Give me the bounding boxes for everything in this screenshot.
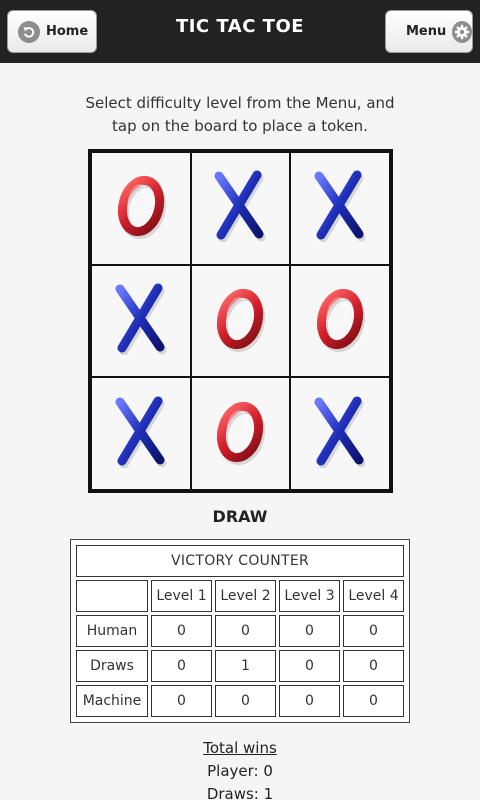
counter-cell: 0: [151, 684, 212, 717]
victory-counter-table: VICTORY COUNTER Level 1 Level 2 Level 3 Lev…: [73, 542, 407, 720]
x-token-icon: [111, 283, 171, 359]
instructions: Select difficulty level from the Menu, a…: [0, 92, 480, 138]
level-header-4: Level 4: [343, 579, 404, 612]
level-header-3: Level 3: [279, 579, 340, 612]
counter-cell: 0: [279, 649, 340, 682]
counter-row-label: Machine: [76, 684, 148, 717]
counter-row-label: Draws: [76, 649, 148, 682]
counter-cell: 0: [343, 614, 404, 647]
level-header-1: Level 1: [151, 579, 212, 612]
counter-cell: 0: [215, 614, 276, 647]
total-wins: Total wins Player: 0 Draws: 1: [0, 737, 480, 800]
board-cell-5[interactable]: [191, 265, 290, 377]
board-cell-6[interactable]: [291, 265, 389, 377]
board-cell-8[interactable]: [191, 378, 290, 489]
x-token-icon: [310, 396, 370, 472]
app-header: Home TIC TAC TOE Menu: [0, 0, 480, 63]
victory-counter: VICTORY COUNTER Level 1 Level 2 Level 3 Lev…: [70, 539, 410, 723]
game-result: DRAW: [212, 507, 268, 526]
o-token-icon: [210, 396, 270, 472]
o-token-icon: [210, 283, 270, 359]
gear-icon: [452, 20, 472, 43]
counter-cell: 0: [151, 614, 212, 647]
counter-cell: 0: [279, 614, 340, 647]
total-wins-draws: Draws: 1: [206, 785, 274, 800]
counter-cell: 1: [215, 649, 276, 682]
x-token-icon: [310, 170, 370, 246]
o-token-icon: [111, 170, 171, 246]
board-cell-3[interactable]: [291, 153, 389, 264]
counter-cell: 0: [279, 684, 340, 717]
x-token-icon: [111, 396, 171, 472]
counter-row-draws: Draws 0 1 0 0: [76, 649, 404, 682]
counter-cell: 0: [215, 684, 276, 717]
counter-row-label: Human: [76, 614, 148, 647]
counter-cell: 0: [343, 684, 404, 717]
total-wins-heading: Total wins: [203, 739, 277, 757]
counter-cell: 0: [151, 649, 212, 682]
instructions-line-2: tap on the board to place a token.: [112, 117, 368, 135]
empty-header-cell: [76, 579, 148, 612]
o-token-icon: [310, 283, 370, 359]
board-cell-1[interactable]: [92, 153, 190, 264]
game-board: [88, 149, 393, 493]
board-cell-7[interactable]: [92, 378, 190, 489]
instructions-line-1: Select difficulty level from the Menu, a…: [85, 94, 395, 112]
total-wins-player: Player: 0: [207, 762, 273, 780]
counter-cell: 0: [343, 649, 404, 682]
board-cell-2[interactable]: [191, 153, 290, 264]
board-cell-4[interactable]: [92, 265, 190, 377]
x-token-icon: [210, 170, 270, 246]
menu-button-label: Menu: [406, 24, 447, 39]
counter-row-human: Human 0 0 0 0: [76, 614, 404, 647]
level-header-2: Level 2: [215, 579, 276, 612]
counter-row-machine: Machine 0 0 0 0: [76, 684, 404, 717]
menu-button[interactable]: Menu: [385, 10, 473, 53]
victory-counter-title: VICTORY COUNTER: [76, 545, 404, 577]
board-cell-9[interactable]: [291, 378, 389, 489]
